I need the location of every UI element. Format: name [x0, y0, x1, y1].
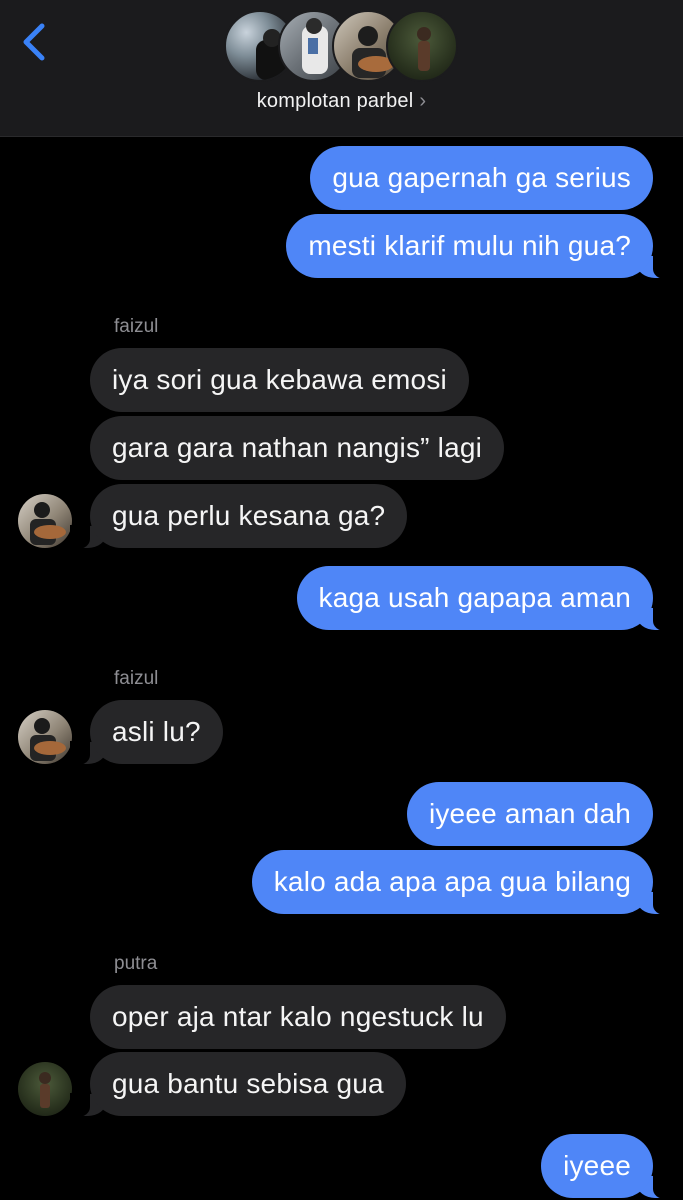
- message-text: iyeee aman dah: [428, 798, 631, 829]
- message-text: mesti klarif mulu nih gua?: [308, 230, 631, 261]
- group-name-label: komplotan parbel: [256, 90, 414, 112]
- group-member-avatar: [386, 10, 458, 82]
- sender-name: putra: [114, 953, 158, 974]
- message-text: iya sori gua kebawa emosi: [112, 364, 447, 395]
- incoming-message-bubble[interactable]: asli lu?: [70, 700, 223, 765]
- sender-avatar[interactable]: [18, 710, 72, 764]
- sender-name: faizul: [114, 668, 159, 689]
- message-text: iyeee: [563, 1150, 631, 1181]
- incoming-message-bubble[interactable]: iya sori gua kebawa emosi: [90, 348, 469, 412]
- outgoing-message-bubble[interactable]: kalo ada apa apa gua bilang: [251, 850, 674, 915]
- message-text: kalo ada apa apa gua bilang: [273, 866, 631, 897]
- message-text: gua perlu kesana ga?: [112, 500, 386, 531]
- incoming-message-bubble[interactable]: gua bantu sebisa gua: [70, 1052, 406, 1117]
- message-text: oper aja ntar kalo ngestuck lu: [112, 1001, 484, 1032]
- back-button[interactable]: [14, 18, 58, 66]
- incoming-message-bubble[interactable]: gara gara nathan nangis” lagi: [90, 416, 505, 480]
- outgoing-message-bubble[interactable]: iyeee aman dah: [406, 782, 653, 846]
- message-text: gua gapernah ga serius: [332, 162, 631, 193]
- incoming-message-bubble[interactable]: oper aja ntar kalo ngestuck lu: [90, 985, 506, 1049]
- sender-avatar[interactable]: [18, 1062, 72, 1116]
- group-avatar-stack[interactable]: [224, 10, 460, 84]
- outgoing-message-bubble[interactable]: kaga usah gapapa aman: [296, 566, 674, 631]
- message-text: kaga usah gapapa aman: [318, 582, 631, 613]
- chevron-left-icon: [23, 23, 45, 61]
- conversation-header: komplotan parbel ›: [0, 0, 683, 137]
- message-text: gara gara nathan nangis” lagi: [112, 432, 483, 463]
- sender-avatar[interactable]: [18, 494, 72, 548]
- group-name[interactable]: komplotan parbel ›: [0, 90, 683, 113]
- outgoing-message-bubble[interactable]: iyeee: [541, 1134, 673, 1199]
- outgoing-message-bubble[interactable]: mesti klarif mulu nih gua?: [286, 214, 673, 279]
- message-text: gua bantu sebisa gua: [112, 1068, 384, 1099]
- outgoing-message-bubble[interactable]: gua gapernah ga serius: [310, 146, 653, 210]
- incoming-message-bubble[interactable]: gua perlu kesana ga?: [69, 484, 408, 549]
- chevron-right-icon: ›: [419, 90, 427, 112]
- sender-name: faizul: [114, 316, 159, 337]
- message-text: asli lu?: [112, 716, 201, 747]
